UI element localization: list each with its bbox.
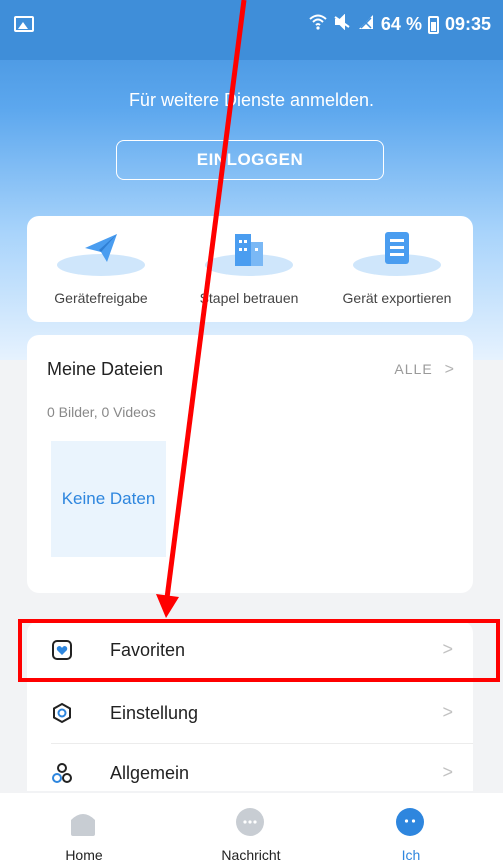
tab-home[interactable]: Home	[0, 793, 168, 864]
wifi-icon	[309, 14, 327, 35]
bottom-tab-bar: Home Nachricht Ich	[0, 793, 503, 864]
chevron-right-icon: >	[442, 702, 453, 722]
files-count: 0 Bilder, 0 Videos	[47, 404, 156, 420]
my-files-title: Meine Dateien	[47, 359, 164, 379]
quick-action-batch-entrust[interactable]: Stapel betrauen	[175, 216, 323, 322]
menu-item-label: Allgemein	[110, 763, 190, 783]
home-icon	[67, 806, 99, 838]
tab-label: Ich	[401, 847, 421, 863]
settings-hexagon-icon	[51, 702, 73, 724]
all-files-link[interactable]: ALLE >	[394, 361, 455, 379]
document-list-icon	[377, 228, 417, 268]
profile-face-icon	[394, 806, 426, 838]
chevron-right-icon: >	[444, 361, 455, 378]
tab-label: Nachricht	[221, 847, 281, 863]
general-circles-icon	[51, 762, 73, 784]
menu-item-general[interactable]: Allgemein >	[27, 744, 473, 791]
paper-plane-icon	[81, 228, 121, 268]
tab-label: Home	[65, 847, 103, 863]
battery-percentage: 64 %	[380, 14, 422, 34]
empty-state-text: Keine Daten	[61, 489, 156, 508]
login-prompt: Für weitere Dienste anmelden.	[128, 90, 375, 110]
mute-icon	[333, 13, 351, 35]
signal-icon	[357, 14, 375, 35]
empty-state: Keine Daten	[51, 441, 166, 557]
clock: 09:35	[444, 14, 491, 34]
tab-messages[interactable]: Nachricht	[167, 793, 335, 864]
my-files-card: Meine Dateien ALLE > 0 Bilder, 0 Videos K…	[27, 335, 473, 593]
message-bubble-icon	[234, 806, 266, 838]
quick-action-label: Gerät exportieren	[342, 290, 452, 306]
chevron-right-icon: >	[442, 762, 453, 782]
quick-actions-card: Gerätefreigabe Stapel betrauen Gerät exp…	[27, 216, 473, 322]
tab-me[interactable]: Ich	[327, 793, 495, 864]
menu-item-settings[interactable]: Einstellung >	[27, 684, 473, 744]
annotation-highlight-box	[18, 619, 500, 682]
login-button[interactable]: EINLOGGEN	[116, 140, 384, 180]
menu-item-label: Einstellung	[110, 703, 199, 723]
battery-icon	[427, 15, 439, 34]
quick-action-export-device[interactable]: Gerät exportieren	[323, 216, 471, 322]
quick-action-label: Gerätefreigabe	[54, 290, 148, 306]
status-bar: 64 % 09:35	[0, 0, 503, 60]
image-notification-icon	[14, 16, 34, 32]
buildings-icon	[229, 228, 269, 268]
quick-action-label: Stapel betrauen	[199, 290, 299, 306]
quick-action-device-sharing[interactable]: Gerätefreigabe	[27, 216, 175, 322]
